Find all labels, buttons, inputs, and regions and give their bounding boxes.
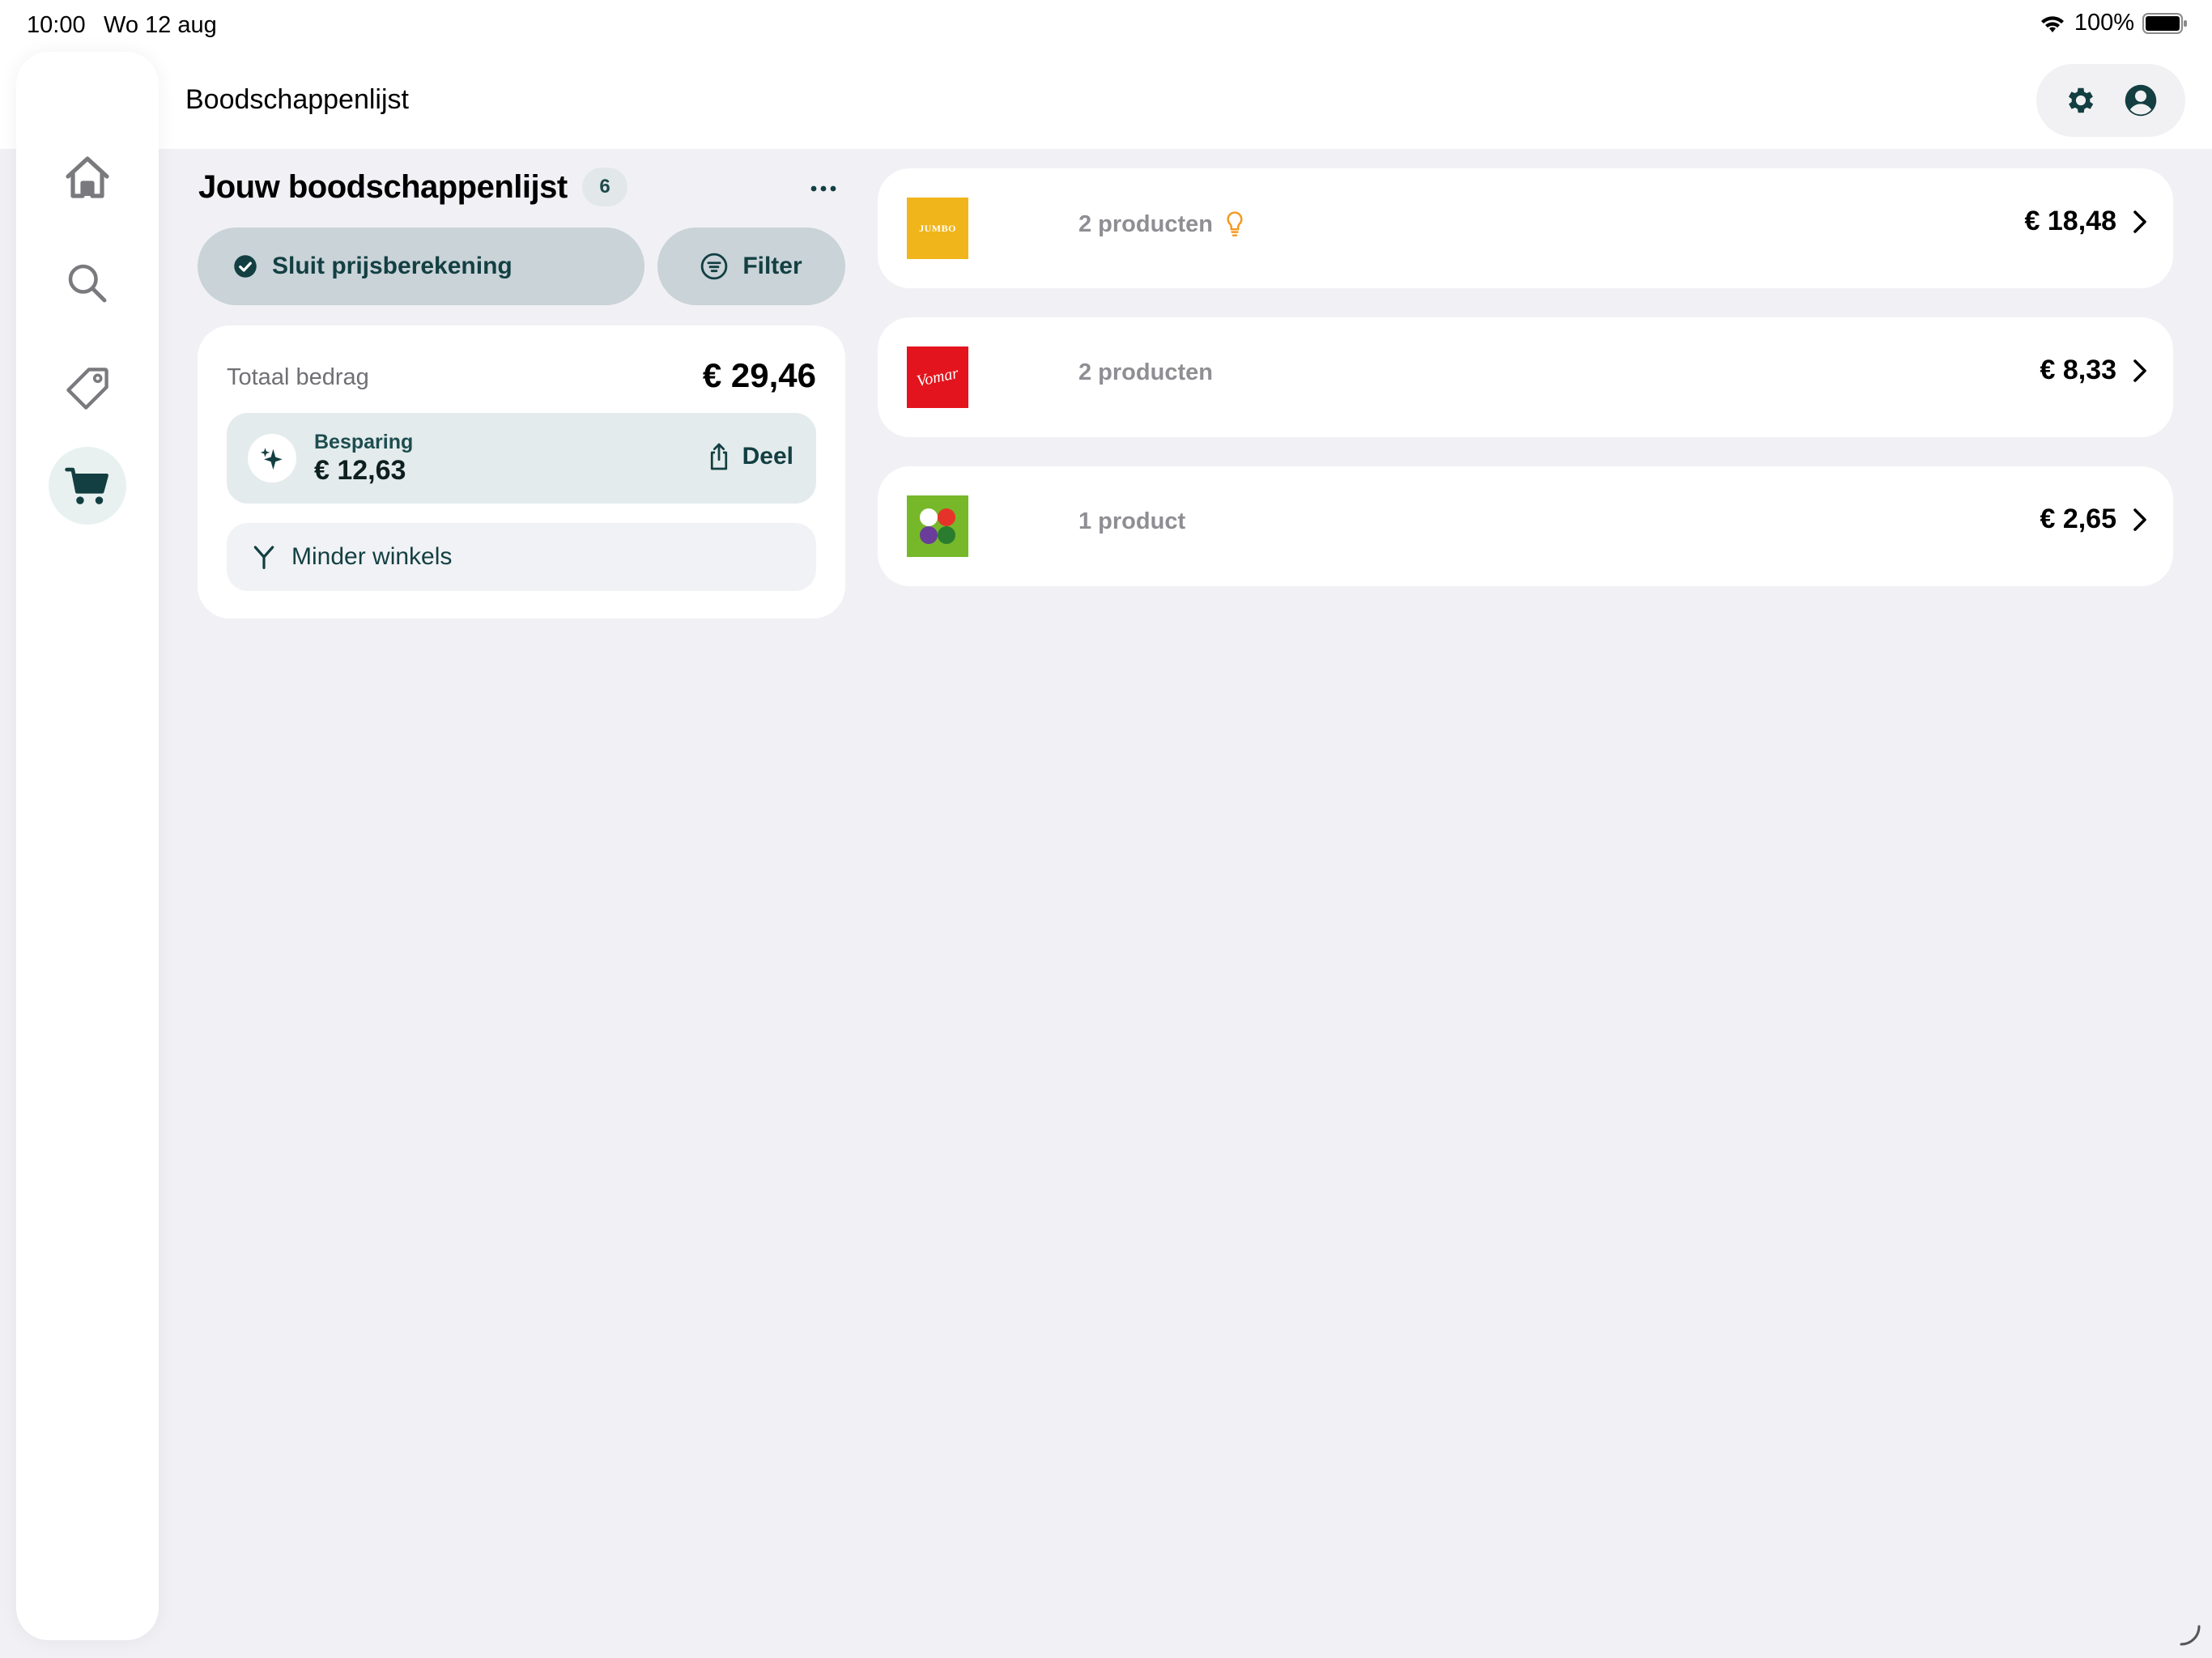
cart-icon — [65, 467, 108, 504]
savings-box: Besparing € 12,63 Deel — [227, 413, 816, 504]
share-button[interactable]: Deel — [707, 442, 793, 471]
savings-amount: € 12,63 — [314, 455, 406, 486]
lightbulb-icon — [1227, 211, 1243, 236]
share-icon — [710, 443, 727, 470]
store-product-count: 2 producten — [1078, 359, 1213, 385]
total-card: Totaal bedrag € 29,46 Besparing € 12,63 … — [198, 325, 845, 619]
close-price-calculation-label: Sluit prijsberekening — [272, 253, 513, 279]
sidebar-item-cart[interactable] — [49, 447, 126, 525]
filter-label: Filter — [742, 253, 802, 279]
top-bar: Boodschappenlijst — [0, 52, 2212, 149]
battery-icon — [2142, 12, 2187, 34]
home-icon — [66, 156, 109, 198]
store-row-jumbo[interactable]: JUMBO 2 producten € 18,48 — [878, 168, 2173, 288]
status-bar: 10:00 Wo 12 aug 100% — [0, 0, 2212, 52]
sidebar — [16, 52, 159, 1640]
store-price: € 2,65 — [2040, 504, 2147, 535]
search-icon — [68, 264, 107, 303]
close-price-calculation-button[interactable]: Sluit prijsberekening — [198, 227, 644, 305]
wifi-icon — [2040, 15, 2064, 32]
sidebar-item-search[interactable] — [49, 244, 126, 322]
store-product-count: 2 producten — [1078, 210, 1244, 238]
check-circle-icon — [234, 255, 257, 278]
filter-icon — [701, 253, 728, 280]
plus-logo — [907, 495, 968, 557]
chevron-right-icon — [2133, 210, 2146, 233]
jumbo-logo: JUMBO — [907, 198, 968, 259]
battery-percentage: 100% — [2074, 10, 2134, 36]
total-label: Totaal bedrag — [227, 364, 369, 390]
account-circle-icon[interactable] — [2124, 83, 2158, 117]
store-row-vomar[interactable]: Vomar 2 producten € 8,33 — [878, 317, 2173, 437]
filter-button[interactable]: Filter — [657, 227, 845, 305]
list-title: Jouw boodschappenlijst — [198, 169, 568, 205]
savings-label: Besparing — [314, 431, 414, 453]
store-price: € 8,33 — [2040, 355, 2147, 386]
item-count-badge: 6 — [582, 168, 627, 206]
vomar-logo: Vomar — [907, 346, 968, 408]
share-label: Deel — [742, 443, 793, 470]
store-product-count: 1 product — [1078, 508, 1186, 534]
more-icon[interactable] — [807, 172, 840, 205]
status-right: 100% — [2039, 10, 2188, 36]
gear-icon[interactable] — [2064, 83, 2098, 117]
chevron-right-icon — [2133, 359, 2146, 382]
merge-icon — [253, 546, 274, 569]
fewer-stores-button[interactable]: Minder winkels — [227, 523, 816, 591]
status-time: 10:00 — [27, 12, 86, 38]
store-row-plus[interactable]: 1 product € 2,65 — [878, 466, 2173, 586]
header-actions — [2036, 64, 2185, 137]
page-title: Boodschappenlijst — [185, 84, 409, 115]
fewer-stores-label: Minder winkels — [291, 543, 453, 570]
store-price: € 18,48 — [2025, 206, 2147, 237]
sidebar-item-home[interactable] — [49, 139, 126, 217]
sidebar-item-offers[interactable] — [49, 350, 126, 427]
total-amount: € 29,46 — [702, 356, 816, 394]
list-header: Jouw boodschappenlijst 6 — [198, 166, 846, 215]
sparkle-icon — [248, 434, 296, 483]
resize-handle-icon[interactable] — [2178, 1623, 2202, 1647]
chevron-right-icon — [2133, 508, 2146, 531]
status-date: Wo 12 aug — [104, 12, 217, 38]
tag-icon — [66, 368, 108, 410]
